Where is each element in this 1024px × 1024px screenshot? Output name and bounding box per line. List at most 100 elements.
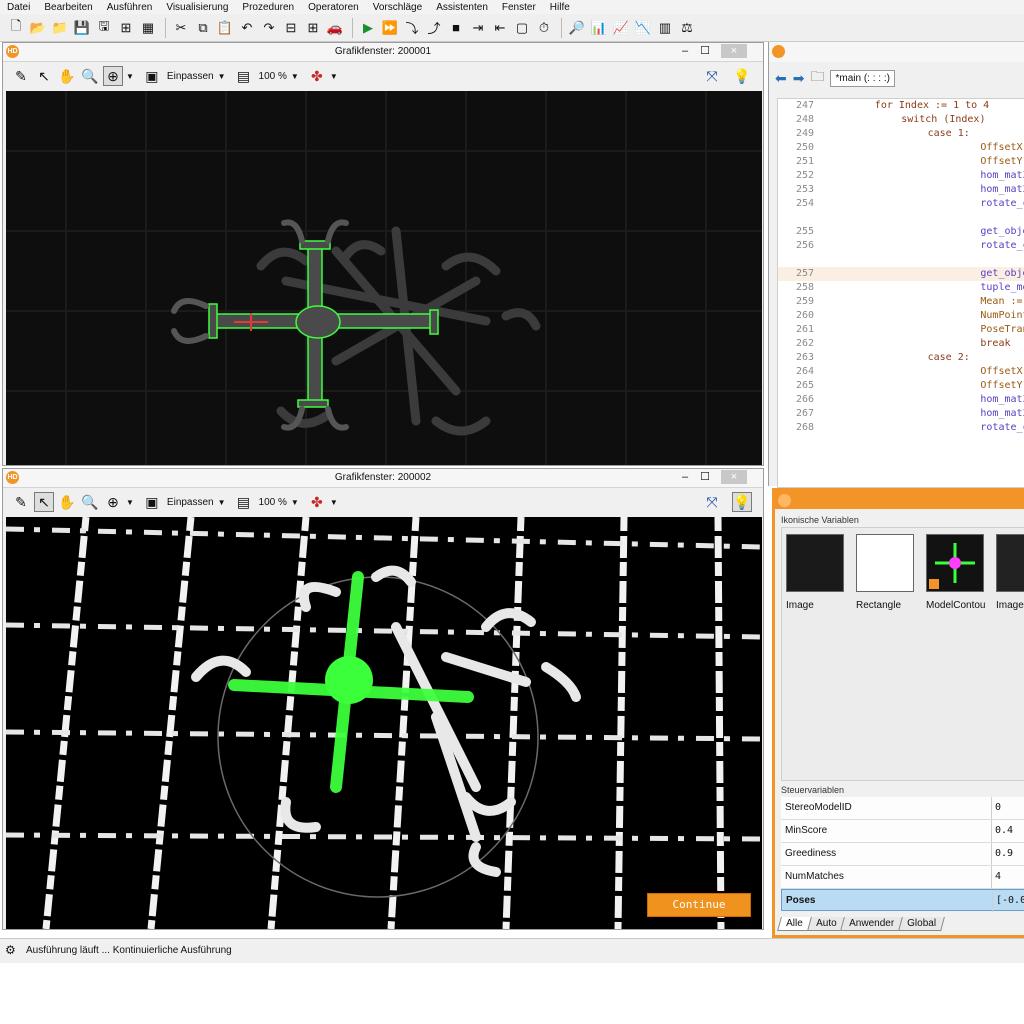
timer-icon[interactable]: ⏱ (534, 18, 554, 38)
insert-icon[interactable]: ⇥ (468, 18, 488, 38)
save-icon[interactable]: 💾 (72, 18, 92, 38)
code-line[interactable]: 266 hom_mat3 (778, 393, 1024, 407)
code-line[interactable]: 259 Mean := (778, 295, 1024, 309)
window-title-bar[interactable]: HD Grafikfenster: 200002 – ☐ × (3, 469, 763, 488)
code-line[interactable]: 253 hom_mat3 (778, 183, 1024, 197)
minimize-button[interactable]: – (677, 44, 693, 58)
menu-item[interactable]: Ausführen (100, 0, 160, 14)
code-line[interactable]: 250 OffsetX (778, 141, 1024, 155)
control-variable-row[interactable]: Poses [-0.0 (781, 889, 1024, 912)
image-canvas-2[interactable] (6, 517, 762, 929)
chevron-down-icon[interactable]: ▼ (330, 498, 338, 507)
step-over-icon[interactable]: ⏩ (380, 18, 400, 38)
tab-global[interactable]: Global (898, 917, 946, 931)
tab-anwender[interactable]: Anwender (840, 917, 904, 931)
code-line[interactable]: 261 PoseTran (778, 323, 1024, 337)
code-line[interactable]: 256 rotate_c (778, 239, 1024, 253)
code-line[interactable]: 265 OffsetY (778, 379, 1024, 393)
hand-icon[interactable]: ✋ (57, 66, 77, 86)
hand-icon[interactable]: ✋ (57, 492, 77, 512)
menu-item[interactable]: Fenster (495, 0, 543, 14)
undo-icon[interactable]: ↶ (237, 18, 257, 38)
continue-button[interactable]: Continue (647, 893, 751, 917)
car-icon[interactable]: 🚗 (325, 18, 345, 38)
chevron-down-icon[interactable]: ▼ (218, 72, 226, 81)
code-area[interactable]: 247 for Index := 1 to 4 248 switch (Index) 2… (777, 98, 1024, 488)
code-line[interactable]: 252 hom_mat3 (778, 169, 1024, 183)
control-variable-row[interactable]: MinScore 0.4 (781, 820, 1024, 843)
control-variable-row[interactable]: NumMatches 4 (781, 866, 1024, 889)
chevron-down-icon[interactable]: ▼ (126, 72, 134, 81)
run-icon[interactable]: ▶ (358, 18, 378, 38)
maximize-button[interactable]: ☐ (697, 44, 713, 58)
step-into-icon[interactable]: ⤵ (402, 18, 422, 38)
fit-icon[interactable]: ▣ (142, 66, 162, 86)
variable-window-title-bar[interactable] (775, 491, 1024, 509)
export-icon[interactable]: ⇤ (490, 18, 510, 38)
code-line[interactable]: 247 for Index := 1 to 4 (778, 99, 1024, 113)
fit-icon[interactable]: ▣ (142, 492, 162, 512)
close-button[interactable]: × (721, 470, 747, 484)
bulb-icon[interactable]: 💡 (732, 66, 752, 86)
procedure-select[interactable]: *main (: : : :) (830, 69, 895, 87)
copy-icon[interactable]: ⧉ (193, 18, 213, 38)
fit-label[interactable]: Einpassen (167, 497, 214, 508)
code-line[interactable]: 257 get_obje (778, 267, 1024, 281)
menu-item[interactable]: Assistenten (429, 0, 495, 14)
color-icon[interactable]: ✤ (307, 492, 327, 512)
code-line[interactable]: 267 hom_mat3 (778, 407, 1024, 421)
zoom-percent-icon[interactable]: ▤ (234, 66, 254, 86)
magnifier-icon[interactable]: 🔍 (80, 492, 100, 512)
pointer-icon[interactable]: ↖ (34, 66, 54, 86)
menu-item[interactable]: Bearbeiten (37, 0, 99, 14)
variable-window-icon[interactable]: ▦ (138, 18, 158, 38)
code-line[interactable]: 262 break (778, 337, 1024, 351)
minimize-button[interactable]: – (677, 470, 693, 484)
paste-icon[interactable]: 📋 (215, 18, 235, 38)
pen-icon[interactable]: ✎ (11, 492, 31, 512)
open-file-icon[interactable]: 📂 (28, 18, 48, 38)
code-line[interactable]: 249 case 1: (778, 127, 1024, 141)
axes-icon[interactable]: ⤧ (702, 66, 722, 86)
cut-icon[interactable]: ✂ (171, 18, 191, 38)
measure-icon[interactable]: ⚖ (677, 18, 697, 38)
menu-item[interactable]: Datei (0, 0, 37, 14)
feature-icon[interactable]: 📉 (633, 18, 653, 38)
histogram-icon[interactable]: 📊 (589, 18, 609, 38)
color-icon[interactable]: ✤ (307, 66, 327, 86)
tab-auto[interactable]: Auto (806, 917, 846, 931)
comment-icon[interactable]: ⊟ (281, 18, 301, 38)
gray-histogram-icon[interactable]: ▥ (655, 18, 675, 38)
chevron-down-icon[interactable]: ▼ (330, 72, 338, 81)
code-line[interactable]: 264 OffsetX (778, 365, 1024, 379)
bulb-icon[interactable]: 💡 (732, 492, 752, 512)
pen-icon[interactable]: ✎ (11, 66, 31, 86)
program-window-icon[interactable]: ⊞ (116, 18, 136, 38)
menu-item[interactable]: Hilfe (543, 0, 577, 14)
menu-item[interactable]: Vorschläge (366, 0, 429, 14)
code-line[interactable]: 258 tuple_me (778, 281, 1024, 295)
folder-icon[interactable]: 🗀 (810, 66, 824, 90)
code-line[interactable]: 248 switch (Index) (778, 113, 1024, 127)
step-out-icon[interactable]: ⤴ (424, 18, 444, 38)
menu-item[interactable]: Visualisierung (159, 0, 235, 14)
new-file-icon[interactable]: 🗋 (6, 18, 26, 38)
chevron-down-icon[interactable]: ▼ (126, 498, 134, 507)
menu-item[interactable]: Operatoren (301, 0, 366, 14)
code-line[interactable]: 263 case 2: (778, 351, 1024, 365)
graphics-window-icon[interactable]: ▢ (512, 18, 532, 38)
zoom-icon[interactable]: ⊕ (103, 492, 123, 512)
code-line[interactable]: 268 rotate_c (778, 421, 1024, 435)
code-line[interactable]: 260 NumPoint (778, 309, 1024, 323)
chevron-down-icon[interactable]: ▼ (291, 72, 299, 81)
zoom-percent-icon[interactable]: ▤ (234, 492, 254, 512)
zoom-label[interactable]: 100 % (259, 71, 287, 82)
zoom-label[interactable]: 100 % (259, 497, 287, 508)
stop-icon[interactable]: ■ (446, 18, 466, 38)
uncomment-icon[interactable]: ⊞ (303, 18, 323, 38)
fit-label[interactable]: Einpassen (167, 71, 214, 82)
inspect-icon[interactable]: 🔎 (567, 18, 587, 38)
iconic-var-modelcontours[interactable]: ModelContou (922, 528, 988, 612)
chevron-down-icon[interactable]: ▼ (218, 498, 226, 507)
maximize-button[interactable]: ☐ (697, 470, 713, 484)
